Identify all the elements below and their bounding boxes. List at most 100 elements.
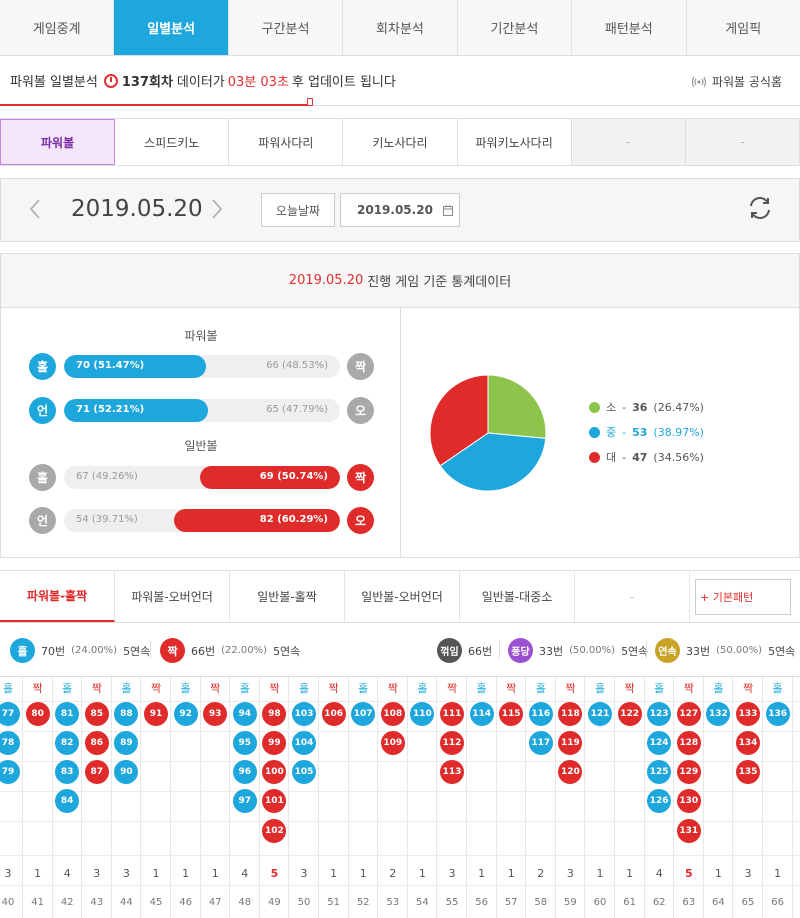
- tab-power-keno-ladder[interactable]: 파워키노사다리: [457, 119, 572, 165]
- tab-nb-oddeven[interactable]: 일반볼-홀짝: [230, 571, 345, 622]
- column-header: 홀: [417, 682, 428, 695]
- column-index: 66: [771, 897, 784, 908]
- legend-medium: 중 - 53 (38.97%): [589, 424, 704, 440]
- column-index: 64: [712, 897, 725, 908]
- summary-break: 꺾임 66번: [437, 638, 492, 663]
- column-index: 57: [504, 897, 518, 908]
- pong-summary-badge: 퐁당: [508, 638, 533, 663]
- prev-date-button[interactable]: [29, 198, 41, 226]
- round-ball: 90: [114, 760, 139, 784]
- column-header: 홀: [594, 682, 606, 695]
- round-ball: 100: [262, 760, 287, 784]
- stat-bar-track: 54 (39.71%) 82 (60.29%): [64, 509, 340, 532]
- round-ball: 95: [232, 731, 257, 755]
- round-ball: 118: [558, 702, 583, 726]
- tab-period-analysis[interactable]: 기간분석: [458, 0, 573, 55]
- round-ball: 111: [440, 702, 464, 726]
- column-header: 홀: [772, 682, 783, 695]
- stats-panel: 파워볼 홀 70 (51.47%) 66 (48.53%) 짝 언 71 (52…: [0, 307, 800, 558]
- tab-round-analysis[interactable]: 회차분석: [343, 0, 458, 55]
- tab-empty: -: [575, 571, 690, 622]
- tab-game-live[interactable]: 게임중계: [0, 0, 115, 55]
- next-date-button[interactable]: [211, 198, 223, 226]
- tab-daily-analysis[interactable]: 일별분석: [114, 0, 229, 55]
- stat-row-nb-underover: 언 54 (39.71%) 82 (60.29%) 오: [29, 507, 375, 534]
- date-picker-input[interactable]: 2019.05.20: [340, 193, 460, 227]
- pattern-column: 짝 80 1 41: [23, 677, 53, 918]
- round-ball: 125: [647, 760, 672, 784]
- round-ball: 128: [676, 731, 701, 755]
- powerball-stats-title: 파워볼: [184, 329, 218, 343]
- pattern-column: 홀 110 1 54: [407, 677, 438, 918]
- pattern-grid: 홀 77 78 79 3 40 짝 80 1 41 홀 81 82 83 84 4 42 짝 85 86 87 3 43 홀 8…: [0, 677, 800, 918]
- progress-marker: [307, 98, 313, 106]
- basic-pattern-select[interactable]: + 기본패턴: [695, 579, 791, 615]
- summary-even: 짝 66번 (22.00%) 5연속: [160, 638, 300, 663]
- round-ball: 84: [55, 789, 80, 813]
- column-header: 홀: [62, 682, 73, 695]
- column-count: 1: [774, 867, 782, 880]
- tab-pb-oddeven[interactable]: 파워볼-홀짝: [0, 571, 115, 622]
- column-count: 1: [418, 867, 426, 880]
- column-count: 1: [626, 867, 634, 880]
- round-ball: 126: [647, 789, 672, 813]
- official-home-link[interactable]: 파워볼 공식홈: [691, 73, 782, 90]
- pattern-column: 짝 111 112 113 3 55: [437, 677, 467, 918]
- round-ball: 82: [55, 731, 80, 755]
- column-index: 53: [386, 897, 400, 908]
- tab-keno-ladder[interactable]: 키노사다리: [343, 119, 458, 165]
- tab-pattern-analysis[interactable]: 패턴분석: [572, 0, 687, 55]
- column-header: 홀: [358, 682, 369, 695]
- round-ball: 107: [351, 702, 376, 726]
- stat-row-pb-oddeven: 홀 70 (51.47%) 66 (48.53%) 짝: [29, 353, 375, 380]
- column-count: 3: [93, 867, 101, 880]
- refresh-button[interactable]: [747, 195, 773, 221]
- stat-row-pb-underover: 언 71 (52.21%) 65 (47.79%) 오: [29, 397, 375, 424]
- column-index: 44: [120, 897, 133, 908]
- column-index: 47: [208, 897, 222, 908]
- column-count: 1: [596, 867, 604, 880]
- pattern-column: 홀 116 117 2 58: [526, 677, 556, 918]
- column-header: 짝: [150, 682, 162, 695]
- over-badge: 오: [347, 507, 374, 534]
- column-index: 60: [593, 897, 607, 908]
- pattern-column: 짝 127 128 129 130 131 5 63: [674, 677, 704, 918]
- round-ball: 79: [0, 760, 20, 784]
- tab-speed-keno[interactable]: 스피드키노: [115, 119, 230, 165]
- refresh-icon: [750, 197, 770, 219]
- odd-summary-count: 70번: [41, 644, 66, 658]
- column-count: 2: [537, 867, 545, 880]
- stat-row-nb-oddeven: 홀 67 (49.26%) 69 (50.74%) 짝: [29, 464, 375, 491]
- today-button[interactable]: 오늘날짜: [261, 193, 335, 227]
- tab-powerball[interactable]: 파워볼: [0, 119, 116, 165]
- round-ball: 129: [676, 760, 701, 784]
- column-count: 1: [359, 867, 367, 880]
- tab-range-analysis[interactable]: 구간분석: [229, 0, 344, 55]
- round-ball: 120: [558, 760, 583, 784]
- round-ball: 99: [262, 731, 287, 755]
- tab-power-ladder[interactable]: 파워사다리: [229, 119, 344, 165]
- column-count: 3: [566, 867, 574, 880]
- even-badge: 짝: [347, 464, 374, 491]
- column-header: 짝: [91, 682, 102, 695]
- round-ball: 85: [84, 702, 109, 726]
- column-index: 50: [297, 897, 311, 908]
- column-index: 65: [741, 897, 755, 908]
- round-ball: 127: [676, 702, 701, 726]
- round-ball: 116: [528, 702, 553, 726]
- column-index: 45: [149, 897, 163, 908]
- column-count: 1: [34, 867, 42, 880]
- tab-game-pick[interactable]: 게임픽: [687, 0, 800, 55]
- tab-nb-size[interactable]: 일반볼-대중소: [460, 571, 575, 622]
- summary-pong: 퐁당 33번 (50.00%) 5연속: [508, 638, 648, 663]
- round-ball: 101: [262, 789, 287, 813]
- round-ball: 132: [706, 702, 731, 726]
- odd-badge: 홀: [29, 464, 56, 491]
- stat-bar-track: 70 (51.47%) 66 (48.53%): [64, 355, 340, 378]
- column-index: 56: [475, 897, 488, 908]
- tab-nb-overunder[interactable]: 일반볼-오버언더: [345, 571, 460, 622]
- column-header: 짝: [32, 682, 43, 695]
- pong-summary-count: 33번: [539, 644, 564, 658]
- column-count: 1: [507, 867, 515, 880]
- tab-pb-overunder[interactable]: 파워볼-오버언더: [115, 571, 230, 622]
